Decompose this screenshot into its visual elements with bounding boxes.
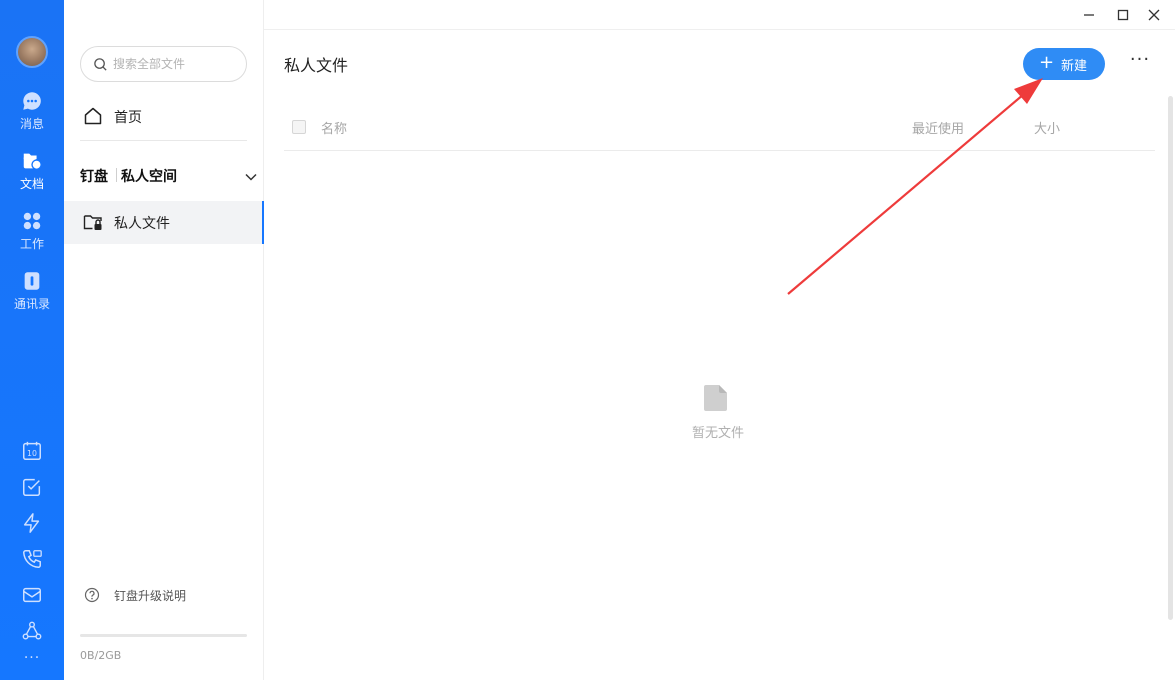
- storage-progress: [80, 634, 247, 637]
- lightning-icon[interactable]: [21, 512, 43, 534]
- calendar-day: 10: [27, 449, 37, 458]
- search-icon: [94, 58, 107, 71]
- share-nodes-icon[interactable]: [21, 620, 43, 642]
- search-box[interactable]: [80, 46, 247, 82]
- search-input[interactable]: [113, 54, 238, 74]
- divider: [116, 168, 117, 182]
- rail-item-work[interactable]: 工作: [0, 210, 64, 262]
- plus-icon: +: [1039, 52, 1055, 73]
- maximize-icon[interactable]: [1115, 7, 1131, 23]
- empty-state-text: 暂无文件: [692, 426, 745, 441]
- close-icon[interactable]: [1146, 7, 1162, 23]
- avatar[interactable]: [16, 36, 48, 68]
- rail-item-contacts[interactable]: 通讯录: [0, 270, 64, 322]
- sidebar-item-label: 私人文件: [114, 216, 170, 232]
- mail-icon[interactable]: [21, 584, 43, 606]
- new-button[interactable]: + 新建: [1023, 48, 1105, 80]
- rail-item-label: 文档: [19, 177, 44, 191]
- rail-item-messages[interactable]: 消息: [0, 90, 64, 142]
- todo-check-icon[interactable]: [21, 476, 43, 498]
- app-window: 消息 文档 工作 通讯录 10 ··· 搜索全部文件 首页 钉盘 私人空间 私人…: [0, 0, 1175, 680]
- help-label: 钉盘升级说明: [114, 589, 187, 603]
- more-icon[interactable]: ···: [0, 650, 64, 666]
- storage-usage: 0B/2GB: [80, 649, 122, 662]
- rail-item-label: 消息: [19, 117, 44, 131]
- chevron-down-icon: [245, 173, 257, 181]
- column-size[interactable]: 大小: [1034, 118, 1060, 137]
- space-title: 钉盘: [80, 169, 108, 185]
- left-rail: 消息 文档 工作 通讯录 10 ···: [0, 0, 64, 680]
- rail-item-label: 通讯录: [13, 297, 50, 311]
- apps-grid-icon: [23, 212, 41, 230]
- divider: [80, 140, 247, 141]
- space-switcher[interactable]: 钉盘 私人空间: [80, 162, 260, 188]
- sidebar: 首页 钉盘 私人空间 私人文件: [64, 0, 264, 680]
- question-circle-icon: [84, 587, 100, 603]
- rail-item-documents[interactable]: 文档: [0, 150, 64, 202]
- contacts-book-icon: [24, 272, 40, 290]
- empty-file-icon: [704, 385, 727, 411]
- rail-item-label: 工作: [19, 237, 44, 251]
- new-button-label: 新建: [1061, 59, 1088, 74]
- minimize-icon[interactable]: [1081, 7, 1097, 23]
- scrollbar[interactable]: [1168, 96, 1173, 620]
- active-indicator: [262, 201, 264, 244]
- upgrade-help-link[interactable]: 钉盘升级说明: [84, 585, 254, 605]
- sidebar-item-home[interactable]: 首页: [80, 100, 247, 132]
- column-recent[interactable]: 最近使用: [912, 118, 964, 137]
- select-all-checkbox[interactable]: [292, 120, 306, 134]
- locked-folder-icon: [83, 215, 102, 230]
- document-folder-icon: [23, 153, 42, 170]
- page-title: 私人文件: [284, 56, 349, 75]
- phone-call-icon[interactable]: [21, 548, 43, 570]
- sidebar-item-private-files[interactable]: 私人文件: [64, 201, 264, 244]
- sidebar-item-label: 首页: [114, 110, 142, 126]
- chat-icon: [23, 92, 41, 110]
- more-options-icon[interactable]: ···: [1127, 51, 1153, 74]
- file-table-header: 名称 最近使用 大小: [284, 108, 1155, 151]
- calendar-icon[interactable]: 10: [21, 440, 43, 462]
- column-name[interactable]: 名称: [321, 118, 347, 137]
- space-name: 私人空间: [121, 169, 177, 185]
- home-icon: [84, 107, 102, 125]
- title-bar: [264, 0, 1175, 30]
